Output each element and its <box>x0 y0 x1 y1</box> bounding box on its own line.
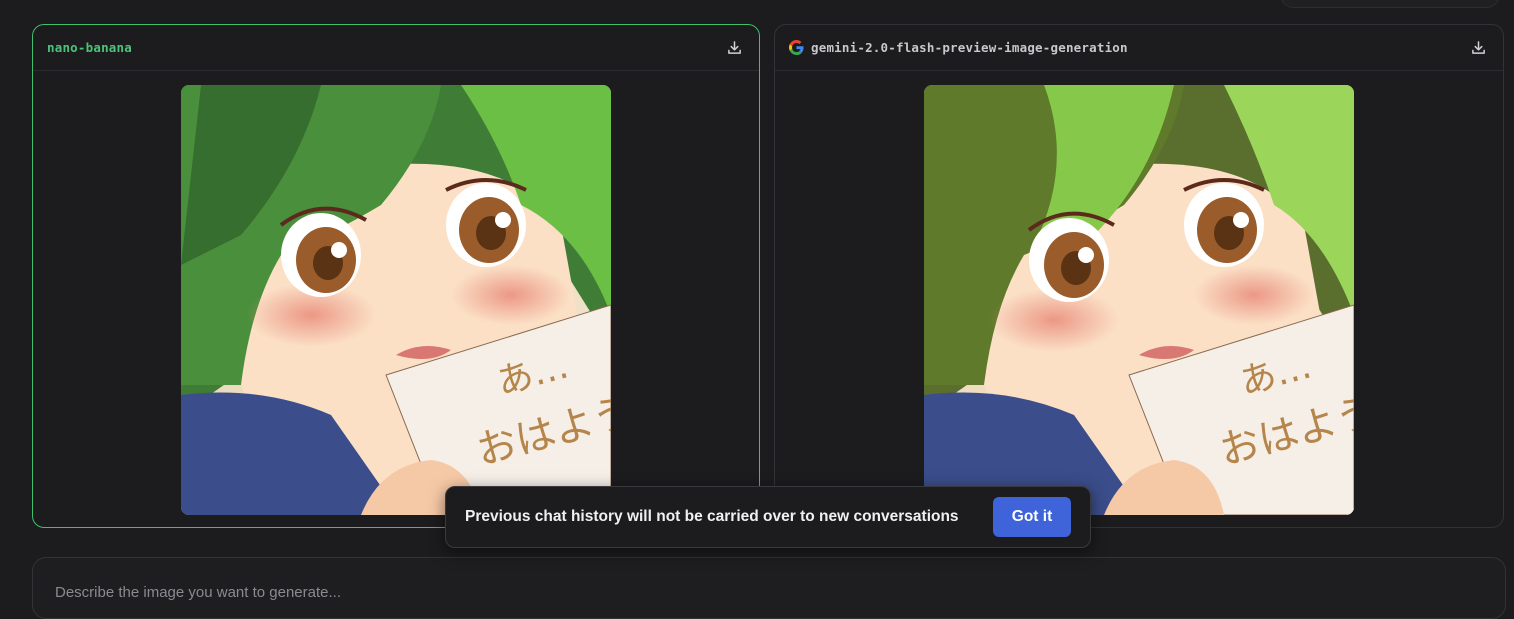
generated-image[interactable]: あ… おはよう <box>924 85 1354 515</box>
top-pill <box>1280 0 1500 8</box>
download-button[interactable] <box>723 37 745 59</box>
got-it-button[interactable]: Got it <box>993 497 1071 537</box>
download-icon <box>1471 41 1485 54</box>
google-g-icon <box>789 40 804 55</box>
download-button[interactable] <box>1467 37 1489 59</box>
model-panel-nano-banana: nano-banana あ… おはよう <box>32 24 760 528</box>
panel-header: nano-banana <box>33 25 759 71</box>
model-name: gemini-2.0-flash-preview-image-generatio… <box>811 40 1128 55</box>
notification-toast: Previous chat history will not be carrie… <box>445 486 1091 548</box>
download-icon <box>727 41 741 54</box>
model-panel-gemini: gemini-2.0-flash-preview-image-generatio… <box>774 24 1504 528</box>
model-name: nano-banana <box>47 40 132 55</box>
generated-image[interactable]: あ… おはよう <box>181 85 611 515</box>
prompt-placeholder: Describe the image you want to generate.… <box>55 584 341 601</box>
prompt-input-box[interactable]: Describe the image you want to generate.… <box>32 557 1506 619</box>
toast-message: Previous chat history will not be carrie… <box>465 508 959 525</box>
panel-header: gemini-2.0-flash-preview-image-generatio… <box>775 25 1503 71</box>
